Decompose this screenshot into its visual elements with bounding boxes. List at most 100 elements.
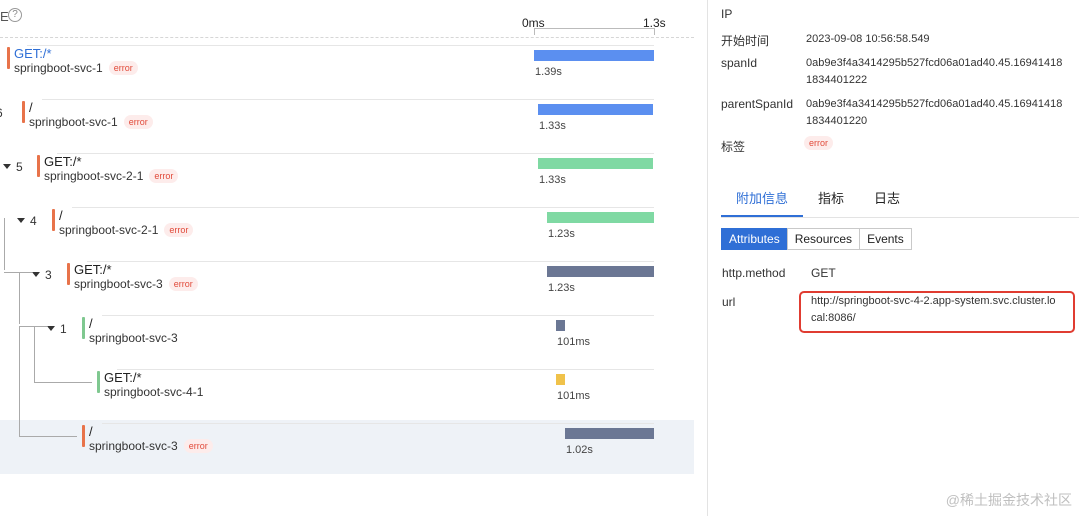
tree-connector <box>19 326 20 436</box>
span-duration-bar[interactable] <box>547 266 654 277</box>
segment-events[interactable]: Events <box>859 228 912 250</box>
tree-connector <box>34 326 35 382</box>
span-duration-bar[interactable] <box>556 320 565 331</box>
scale-tick-start <box>534 28 535 35</box>
span-duration-bar[interactable] <box>538 158 653 169</box>
span-row[interactable]: / springboot-svc-3 error 1.02s <box>0 420 694 474</box>
span-duration-bar[interactable] <box>534 50 654 61</box>
span-row[interactable]: 1 /springboot-svc-3 101ms <box>0 312 694 366</box>
field-parent-span-id-value: 0ab9e3f4a3414295b527fcd06a01ad40.45.1694… <box>806 98 1063 127</box>
span-duration-bar[interactable] <box>556 374 565 385</box>
row-guide-line <box>57 153 654 154</box>
field-span-id-key: spanId <box>721 56 758 70</box>
span-duration: 1.23s <box>548 228 575 240</box>
field-parent-span-id-key: parentSpanId <box>721 97 794 111</box>
row-guide-line <box>102 423 654 424</box>
span-row[interactable]: GET:/* springboot-svc-1 error 1.39s <box>0 42 694 96</box>
span-duration-bar[interactable] <box>565 428 654 439</box>
row-guide-line <box>72 207 654 208</box>
span-toggle[interactable]: 4 <box>17 214 37 228</box>
span-name[interactable]: GET:/* <box>74 262 112 277</box>
span-detail-pane: IP 开始时间 2023-09-08 10:56:58.549 spanId 0… <box>708 0 1080 516</box>
tag-error-badge: error <box>804 136 834 150</box>
tab-logs[interactable]: 日志 <box>874 188 900 207</box>
span-name[interactable]: GET:/* <box>104 370 142 385</box>
service-name: springboot-svc-3 <box>74 277 163 291</box>
span-status-marker <box>7 47 10 69</box>
field-span-id-value: 0ab9e3f4a3414295b527fcd06a01ad40.45.1694… <box>806 57 1063 86</box>
span-status-marker <box>97 371 100 393</box>
caret-down-icon <box>3 164 11 169</box>
span-service: springboot-svc-1 error <box>29 115 153 129</box>
tab-metrics[interactable]: 指标 <box>818 188 844 207</box>
tab-extra-info[interactable]: 附加信息 <box>736 188 788 207</box>
error-badge: error <box>149 169 179 183</box>
service-name: springboot-svc-2-1 <box>44 169 144 183</box>
span-name[interactable]: / <box>89 316 93 331</box>
caret-down-icon <box>47 326 55 331</box>
child-count: 5 <box>16 160 23 174</box>
child-count: 6 <box>0 106 3 120</box>
attr-http-method-key: http.method <box>722 266 786 280</box>
tree-connector <box>19 436 77 437</box>
span-row[interactable]: 3 GET:/* springboot-svc-3 error 1.23s <box>0 258 694 312</box>
span-toggle[interactable]: 6 <box>0 106 3 120</box>
span-duration: 1.33s <box>539 174 566 186</box>
span-name[interactable]: / <box>59 208 63 223</box>
service-name: springboot-svc-4-1 <box>104 385 204 399</box>
span-name[interactable]: / <box>29 100 33 115</box>
span-duration-bar[interactable] <box>538 104 653 115</box>
error-badge: error <box>168 277 198 291</box>
span-status-marker <box>52 209 55 231</box>
span-name[interactable]: GET:/* <box>14 46 52 61</box>
span-toggle[interactable]: 3 <box>32 268 52 282</box>
detail-tabs: 附加信息 指标 日志 <box>721 180 1079 218</box>
span-toggle[interactable]: 5 <box>3 160 23 174</box>
segment-attributes[interactable]: Attributes <box>721 228 788 250</box>
span-service: springboot-svc-2-1 error <box>44 169 179 183</box>
tree-connector <box>4 218 5 270</box>
url-highlight-box <box>799 291 1075 333</box>
field-tags-key: 标签 <box>721 140 746 154</box>
service-name: springboot-svc-2-1 <box>59 223 159 237</box>
span-service: springboot-svc-3 <box>89 331 178 345</box>
tree-connector <box>34 382 92 383</box>
span-status-marker <box>82 425 85 447</box>
attribute-segment-control: Attributes Resources Events <box>721 228 912 250</box>
child-count: 1 <box>60 322 67 336</box>
error-badge: error <box>164 223 194 237</box>
span-name[interactable]: GET:/* <box>44 154 82 169</box>
service-name: springboot-svc-1 <box>29 115 118 129</box>
error-badge: error <box>183 439 213 453</box>
row-guide-line <box>117 369 654 370</box>
span-duration-bar[interactable] <box>547 212 654 223</box>
span-status-marker <box>22 101 25 123</box>
caret-down-icon <box>17 218 25 223</box>
span-status-marker <box>37 155 40 177</box>
span-name[interactable]: / <box>89 424 93 439</box>
row-guide-line <box>102 315 654 316</box>
span-row[interactable]: 5 GET:/* springboot-svc-2-1 error 1.33s <box>0 150 694 204</box>
error-badge: error <box>108 61 138 75</box>
child-count: 4 <box>30 214 37 228</box>
span-duration: 101ms <box>557 336 591 348</box>
span-row[interactable]: 6 /springboot-svc-1 error 1.33s <box>0 96 694 150</box>
child-count: 3 <box>45 268 52 282</box>
caret-down-icon <box>32 272 40 277</box>
service-name: springboot-svc-1 <box>14 61 103 75</box>
span-row[interactable]: GET:/* springboot-svc-4-1 101ms <box>0 366 694 420</box>
active-tab-indicator <box>721 215 803 217</box>
help-icon[interactable]: ? <box>8 8 22 22</box>
field-start-time-key: 开始时间 <box>721 34 770 48</box>
tree-connector <box>4 272 32 273</box>
row-guide-line <box>27 45 654 46</box>
span-toggle[interactable]: 1 <box>47 322 67 336</box>
segment-resources[interactable]: Resources <box>786 228 861 250</box>
span-duration: 1.23s <box>548 282 575 294</box>
row-guide-line <box>87 261 654 262</box>
service-name: springboot-svc-3 <box>89 331 178 345</box>
field-ip-key: IP <box>721 7 733 21</box>
span-row[interactable]: 4 /springboot-svc-2-1 error 1.23s <box>0 204 694 258</box>
span-service: springboot-svc-1 error <box>14 61 138 75</box>
scale-tick-end <box>654 28 655 35</box>
